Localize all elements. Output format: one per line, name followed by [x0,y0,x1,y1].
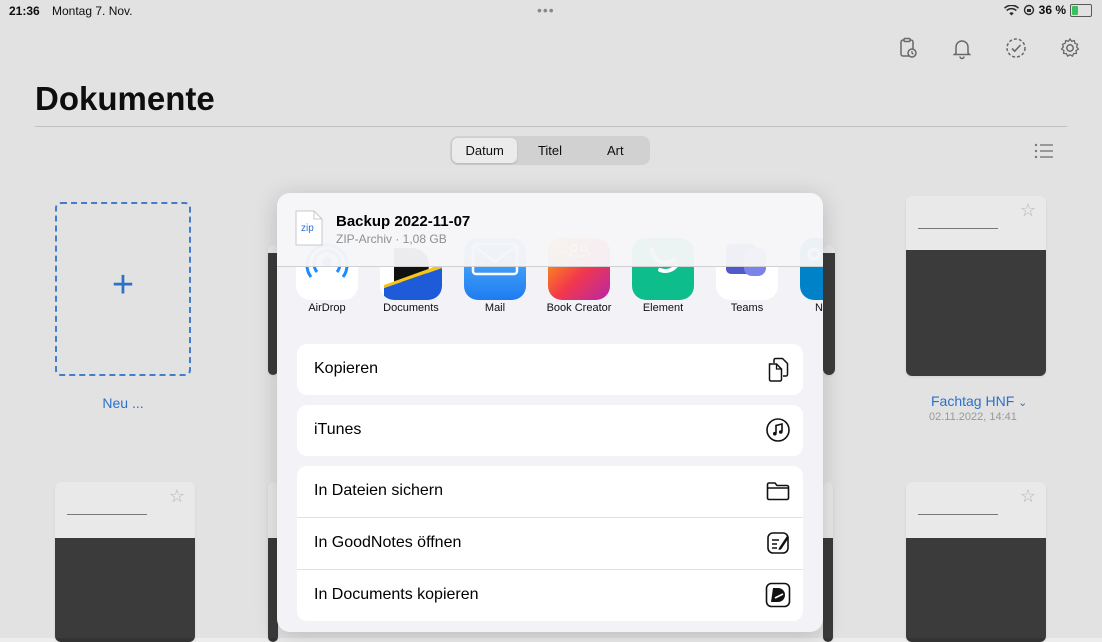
goodnotes-icon [767,532,789,554]
action-label: In Documents kopieren [314,586,479,603]
action-in-dateien-sichern[interactable]: In Dateien sichern [297,466,803,518]
share-sheet: zip Backup 2022-11-07 ZIP-Archiv · 1,08 … [277,193,823,632]
share-app-label: Element [642,302,684,314]
action-in-goodnotes-oeffnen[interactable]: In GoodNotes öffnen [297,518,803,570]
share-app-label: Mail [484,302,506,314]
share-app-label: Documents [383,302,439,314]
share-app-label: Teams [730,302,764,314]
action-group-apps: In Dateien sichern In GoodNotes öffnen I… [297,466,803,621]
file-type-badge: zip [301,223,314,234]
action-label: iTunes [314,421,362,438]
action-label: In Dateien sichern [314,482,443,499]
action-label: In GoodNotes öffnen [314,534,462,551]
share-app-label: Nex [815,302,823,314]
action-in-documents-kopieren[interactable]: In Documents kopieren [297,570,803,621]
action-group-copy: Kopieren [297,344,803,395]
action-group-itunes: iTunes [297,405,803,456]
copy-icon [768,357,789,382]
documents-icon [765,582,791,608]
share-app-label: AirDrop [308,302,346,314]
action-kopieren[interactable]: Kopieren [297,344,803,395]
action-label: Kopieren [314,360,379,377]
music-note-icon [766,418,790,442]
folder-icon [766,482,790,501]
share-sheet-header: zip Backup 2022-11-07 ZIP-Archiv · 1,08 … [277,193,823,267]
file-name: Backup 2022-11-07 [336,213,471,230]
action-itunes[interactable]: iTunes [297,405,803,456]
share-app-label: Book Creator [546,302,612,314]
file-meta: ZIP-Archiv · 1,08 GB [336,232,447,246]
